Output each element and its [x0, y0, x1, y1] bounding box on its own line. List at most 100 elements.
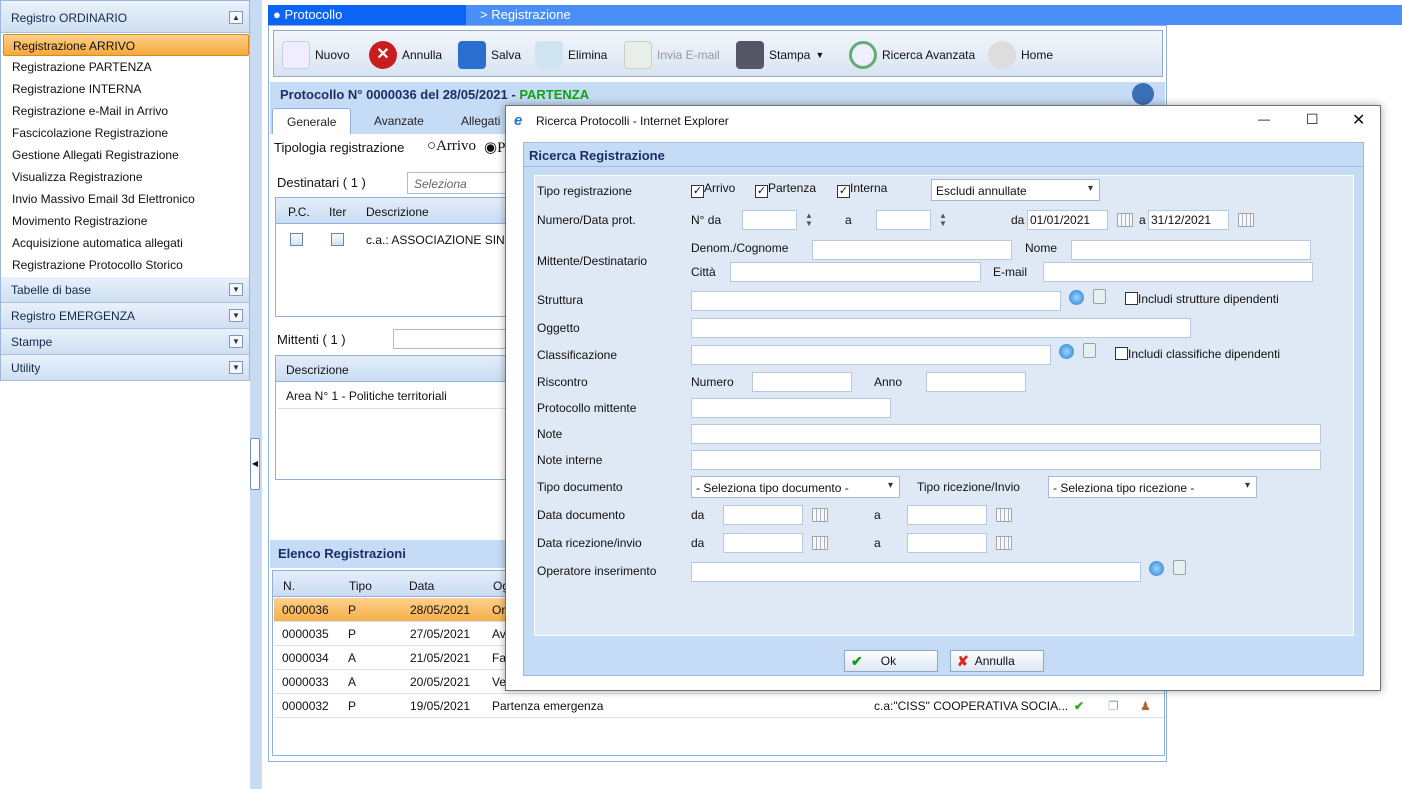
collapse-sidebar-handle[interactable]: ◀ — [250, 438, 260, 490]
citta-input[interactable] — [730, 262, 981, 282]
calendar-icon[interactable] — [996, 536, 1012, 550]
table-row[interactable]: 0000032 P 19/05/2021 Partenza emergenza c.a:… — [274, 694, 1164, 718]
note-interne-input[interactable] — [691, 450, 1321, 470]
escludi-select[interactable]: Escludi annullate — [931, 179, 1100, 201]
denom-input[interactable] — [812, 240, 1012, 260]
calendar-icon[interactable] — [812, 508, 828, 522]
sidebar-item[interactable]: Movimento Registrazione — [3, 210, 249, 232]
clear-icon[interactable] — [1173, 560, 1186, 575]
ricerca-avanzata-button[interactable]: Ricerca Avanzata — [849, 41, 975, 69]
sidebar-item[interactable]: Acquisizione automatica allegati — [3, 232, 249, 254]
mittenti-search[interactable] — [393, 329, 507, 349]
splitter[interactable] — [250, 0, 262, 789]
numero-a-input[interactable] — [876, 210, 931, 230]
sidebar-item[interactable]: Registrazione INTERNA — [3, 78, 249, 100]
destinatari-search[interactable]: Seleziona — [407, 172, 507, 194]
search-icon[interactable] — [1149, 561, 1164, 576]
spinner-icon[interactable]: ▲ ▼ — [805, 212, 813, 228]
close-icon[interactable]: ✕ — [1352, 110, 1365, 130]
tipo-documento-select[interactable]: - Seleziona tipo documento - — [691, 476, 900, 498]
sidebar-item[interactable]: Registrazione Protocollo Storico — [3, 254, 249, 276]
user-info-icon[interactable] — [1132, 83, 1154, 105]
stampa-button[interactable]: Stampa ▼ — [736, 41, 824, 69]
nuovo-button[interactable]: Nuovo — [282, 41, 350, 69]
home-button[interactable]: Home — [988, 41, 1053, 69]
maximize-icon[interactable]: ☐ — [1306, 111, 1319, 128]
expand-icon[interactable]: ▼ — [229, 335, 243, 348]
clear-icon[interactable] — [1093, 289, 1106, 304]
col-header[interactable]: Data — [401, 574, 442, 598]
col-header[interactable]: Iter — [321, 200, 354, 224]
sidebar-item[interactable]: Registrazione ARRIVO — [3, 34, 249, 56]
calendar-icon[interactable] — [1238, 213, 1254, 227]
col-header[interactable]: Tipo — [341, 574, 380, 598]
col-header[interactable]: P.C. — [280, 200, 318, 224]
note-input[interactable] — [691, 424, 1321, 444]
mittente-row[interactable]: Area N° 1 - Politiche territoriali — [278, 384, 506, 409]
collapse-icon[interactable]: ▲ — [229, 11, 243, 24]
struttura-input[interactable] — [691, 291, 1061, 311]
email-input[interactable] — [1043, 262, 1313, 282]
stamp-icon[interactable]: ♟ — [1140, 699, 1151, 713]
calendar-icon[interactable] — [996, 508, 1012, 522]
chk-includi-strutture[interactable]: Includi strutture dipendenti — [1125, 292, 1279, 306]
sidebar-section-registro-ordinario[interactable]: Registro ORDINARIO ▲ — [1, 1, 249, 33]
annulla-dialog-button[interactable]: ✘ Annulla — [950, 650, 1044, 672]
col-header[interactable]: Descrizione — [358, 200, 437, 224]
tab-generale[interactable]: Generale — [272, 108, 352, 134]
search-icon[interactable] — [1069, 290, 1084, 305]
col-header[interactable]: N. — [275, 574, 303, 598]
operatore-input[interactable] — [691, 562, 1141, 582]
col-header[interactable]: Descrizione — [278, 358, 357, 382]
sidebar-section[interactable]: Utility ▼ — [1, 355, 249, 381]
sidebar-item[interactable]: Visualizza Registrazione — [3, 166, 249, 188]
iter-checkbox[interactable] — [331, 233, 344, 246]
radio-partenza[interactable]: ◉P — [484, 138, 505, 157]
sidebar-item[interactable]: Registrazione PARTENZA — [3, 56, 249, 78]
ok-button[interactable]: ✔ Ok — [844, 650, 938, 672]
copy-icon[interactable]: ❐ — [1108, 699, 1119, 713]
minimize-icon[interactable]: — — [1258, 112, 1270, 126]
tipo-ricezione-select[interactable]: - Seleziona tipo ricezione - — [1048, 476, 1257, 498]
sidebar-item[interactable]: Gestione Allegati Registrazione — [3, 144, 249, 166]
breadcrumb-root[interactable]: Protocollo — [284, 7, 342, 22]
data-ric-a-input[interactable] — [907, 533, 987, 553]
invia-email-button[interactable]: Invia E-mail — [624, 41, 720, 69]
sidebar-section[interactable]: Stampe ▼ — [1, 329, 249, 355]
data-ric-da-input[interactable] — [723, 533, 803, 553]
riscontro-anno-input[interactable] — [926, 372, 1026, 392]
sidebar-item[interactable]: Fascicolazione Registrazione — [3, 122, 249, 144]
sidebar-item[interactable]: Registrazione e-Mail in Arrivo — [3, 100, 249, 122]
expand-icon[interactable]: ▼ — [229, 361, 243, 374]
spinner-icon[interactable]: ▲ ▼ — [939, 212, 947, 228]
expand-icon[interactable]: ▼ — [229, 309, 243, 322]
sidebar-item[interactable]: Invio Massivo Email 3d Elettronico — [3, 188, 249, 210]
elimina-button[interactable]: Elimina — [535, 41, 607, 69]
date-from-input[interactable]: 01/01/2021 — [1027, 210, 1108, 230]
data-doc-da-input[interactable] — [723, 505, 803, 525]
numero-da-input[interactable] — [742, 210, 797, 230]
nome-input[interactable] — [1071, 240, 1311, 260]
tab-avanzate[interactable]: Avanzate — [360, 108, 438, 134]
riscontro-numero-input[interactable] — [752, 372, 852, 392]
expand-icon[interactable]: ▼ — [229, 283, 243, 296]
sidebar-section[interactable]: Registro EMERGENZA ▼ — [1, 303, 249, 329]
calendar-icon[interactable] — [812, 536, 828, 550]
sidebar-section[interactable]: Tabelle di base ▼ — [1, 277, 249, 303]
check-icon[interactable]: ✔ — [1074, 699, 1084, 713]
calendar-icon[interactable] — [1117, 213, 1133, 227]
pc-checkbox[interactable] — [290, 233, 303, 246]
radio-arrivo[interactable]: ○Arrivo — [427, 138, 476, 155]
search-icon[interactable] — [1059, 344, 1074, 359]
annulla-button[interactable]: ✕ Annulla — [369, 41, 442, 69]
chk-includi-classifiche[interactable]: Includi classifiche dipendenti — [1115, 347, 1280, 361]
data-doc-a-input[interactable] — [907, 505, 987, 525]
classificazione-input[interactable] — [691, 345, 1051, 365]
chk-partenza[interactable]: ✓ Partenza — [755, 181, 816, 198]
oggetto-input[interactable] — [691, 318, 1191, 338]
chk-interna[interactable]: ✓ Interna — [837, 181, 887, 198]
date-to-input[interactable]: 31/12/2021 — [1148, 210, 1229, 230]
dropdown-arrow-icon[interactable]: ▼ — [815, 50, 824, 60]
prot-mittente-input[interactable] — [691, 398, 891, 418]
chk-arrivo[interactable]: ✓ Arrivo — [691, 181, 735, 198]
